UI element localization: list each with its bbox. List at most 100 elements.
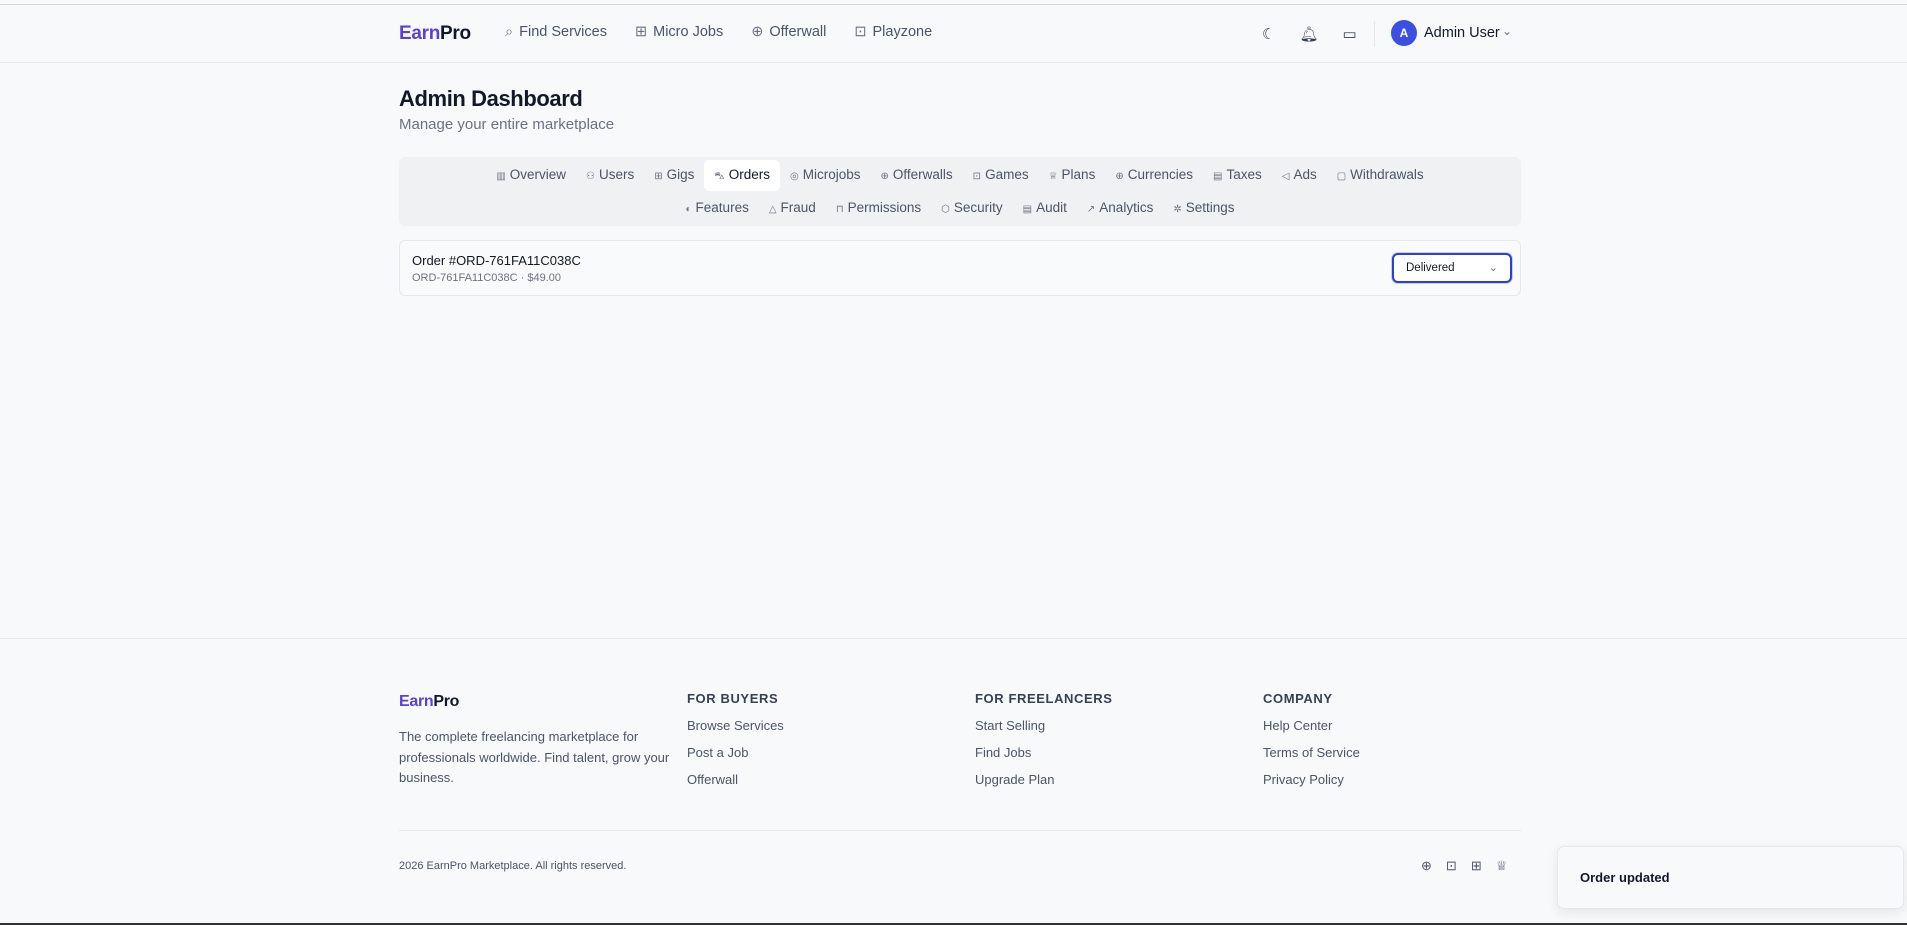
tab-label: Permissions [847, 200, 922, 215]
tab-label: Analytics [1099, 200, 1154, 215]
footer-link[interactable]: Privacy Policy [1263, 772, 1360, 790]
megaphone-icon: ◁ [1281, 171, 1290, 182]
tab-label: Withdrawals [1350, 167, 1424, 182]
shield-icon: ⬡ [941, 204, 950, 215]
footer-link[interactable]: Terms of Service [1263, 745, 1360, 763]
tab-label: Currencies [1127, 167, 1193, 182]
gift-icon: ⊕ [880, 171, 889, 182]
briefcase-icon: ⊞ [634, 24, 648, 40]
order-meta: ORD-761FA11C038C · $49.00 [412, 272, 561, 284]
gift-icon[interactable]: ⊕ [1421, 858, 1432, 874]
target-icon: ◎ [790, 171, 799, 182]
tab-withdrawals[interactable]: ▢ Withdrawals [1327, 160, 1434, 191]
tab-overview[interactable]: ▥ Overview [486, 160, 576, 191]
tab-security[interactable]: ⬡ Security [931, 193, 1013, 222]
globe-icon: ⊕ [1115, 171, 1124, 182]
user-name[interactable]: Admin User [1424, 25, 1500, 41]
crown-icon[interactable]: ♕ [1496, 858, 1508, 874]
tab-label: Overview [509, 167, 567, 182]
footer-col-buyers: FOR BUYERS Browse Services Post a Job Of… [687, 691, 784, 799]
tab-label: Settings [1185, 200, 1235, 215]
page-title: Admin Dashboard [399, 86, 583, 111]
tab-label: Ads [1293, 167, 1317, 182]
tab-taxes[interactable]: ▤ Taxes [1203, 160, 1272, 191]
search-icon: ⌕ [505, 24, 514, 40]
footer-heading: FOR FREELANCERS [975, 691, 1113, 706]
footer-heading: COMPANY [1263, 691, 1333, 706]
footer-divider [399, 830, 1521, 831]
cart-icon: ⛍ [714, 171, 725, 182]
footer-link[interactable]: Upgrade Plan [975, 772, 1113, 790]
footer-link[interactable]: Find Jobs [975, 745, 1113, 763]
tab-label: Plans [1061, 167, 1096, 182]
nav-offerwall[interactable]: ⊕ Offerwall [751, 24, 826, 40]
footer-description: The complete freelancing marketplace for… [399, 729, 670, 785]
order-status-select[interactable]: Delivered ⌄ [1392, 253, 1512, 283]
briefcase-icon[interactable]: ⊞ [1471, 858, 1482, 874]
tab-permissions[interactable]: ⊓ Permissions [826, 193, 931, 222]
tab-label: Gigs [666, 167, 695, 182]
tab-analytics[interactable]: ↗ Analytics [1077, 193, 1163, 222]
tab-audit[interactable]: ▤ Audit [1013, 193, 1077, 222]
tab-label: Orders [728, 167, 770, 182]
toast-notification: Order updated [1557, 846, 1904, 909]
tab-label: Security [953, 200, 1003, 215]
footer-link[interactable]: Start Selling [975, 718, 1113, 736]
nav-find-services[interactable]: ⌕ Find Services [505, 24, 607, 40]
wallet-icon: ▢ [1336, 171, 1347, 182]
moon-icon[interactable]: ☾ [1262, 25, 1275, 43]
message-icon[interactable]: ▭ [1343, 25, 1357, 43]
top-navbar: EarnPro ⌕ Find Services ⊞ Micro Jobs ⊕ Offe… [0, 5, 1907, 63]
nav-playzone[interactable]: ⊡ Playzone [854, 24, 932, 40]
main-nav: ⌕ Find Services ⊞ Micro Jobs ⊕ Offerwall ⊡ P… [505, 24, 932, 40]
bell-icon[interactable]: 🔔︎ [1299, 25, 1318, 43]
tab-label: Offerwalls [892, 167, 953, 182]
tab-label: Taxes [1226, 167, 1262, 182]
footer-logo[interactable]: EarnPro [399, 693, 459, 711]
tab-label: Features [695, 200, 749, 215]
footer-link[interactable]: Post a Job [687, 745, 784, 763]
users-icon: ⚇ [586, 171, 595, 182]
logo[interactable]: EarnPro [399, 23, 471, 45]
tab-features[interactable]: ◐ Features [676, 193, 759, 222]
gift-icon: ⊕ [751, 24, 764, 40]
gamepad-icon[interactable]: ⊡ [1446, 858, 1457, 874]
tab-microjobs[interactable]: ◎ Microjobs [780, 160, 871, 191]
footer-link[interactable]: Help Center [1263, 718, 1360, 736]
crown-icon: ♕ [1048, 171, 1058, 182]
tab-fraud[interactable]: △ Fraud [759, 193, 826, 222]
footer-heading: FOR BUYERS [687, 691, 779, 706]
footer-link[interactable]: Browse Services [687, 718, 784, 736]
order-title: Order #ORD-761FA11C038C [412, 253, 581, 268]
tab-offerwalls[interactable]: ⊕ Offerwalls [871, 160, 963, 191]
tab-ads[interactable]: ◁ Ads [1272, 160, 1327, 191]
footer-link[interactable]: Offerwall [687, 772, 784, 790]
divider [1374, 21, 1375, 47]
lock-icon: ⊓ [835, 204, 844, 215]
avatar[interactable]: A [1391, 20, 1417, 46]
tab-label: Fraud [780, 200, 816, 215]
tab-games[interactable]: ⊡ Games [963, 160, 1039, 191]
gamepad-icon: ⊡ [972, 171, 982, 182]
gear-icon: ✲ [1173, 204, 1182, 215]
tab-users[interactable]: ⚇ Users [576, 160, 644, 191]
tab-gigs[interactable]: ⊞ Gigs [644, 160, 704, 191]
nav-micro-jobs[interactable]: ⊞ Micro Jobs [635, 24, 723, 40]
tab-label: Microjobs [802, 167, 861, 182]
footer-col-freelancers: FOR FREELANCERS Start Selling Find Jobs … [975, 691, 1113, 799]
gamepad-icon: ⊡ [854, 24, 867, 40]
tab-settings[interactable]: ✲ Settings [1163, 193, 1244, 222]
chevron-down-icon: ⌄ [1488, 262, 1498, 274]
chevron-down-icon[interactable]: ⌄ [1502, 24, 1512, 38]
tab-orders[interactable]: ⛍ Orders [704, 160, 780, 191]
toggle-icon: ◐ [685, 204, 692, 215]
tab-currencies[interactable]: ⊕ Currencies [1105, 160, 1203, 191]
tab-plans[interactable]: ♕ Plans [1039, 160, 1106, 191]
footer-col-company: COMPANY Help Center Terms of Service Pri… [1263, 691, 1360, 799]
receipt-icon: ▤ [1213, 171, 1223, 182]
copyright: 2026 EarnPro Marketplace. All rights res… [399, 860, 627, 872]
briefcase-icon: ⊞ [654, 171, 663, 182]
warning-icon: △ [768, 204, 777, 215]
admin-tabs: ▥ Overview ⚇ Users ⊞ Gigs ⛍ Orders ◎ Microjobs ⊕ Of… [399, 157, 1521, 226]
order-row: Order #ORD-761FA11C038C ORD-761FA11C038C… [399, 240, 1521, 296]
